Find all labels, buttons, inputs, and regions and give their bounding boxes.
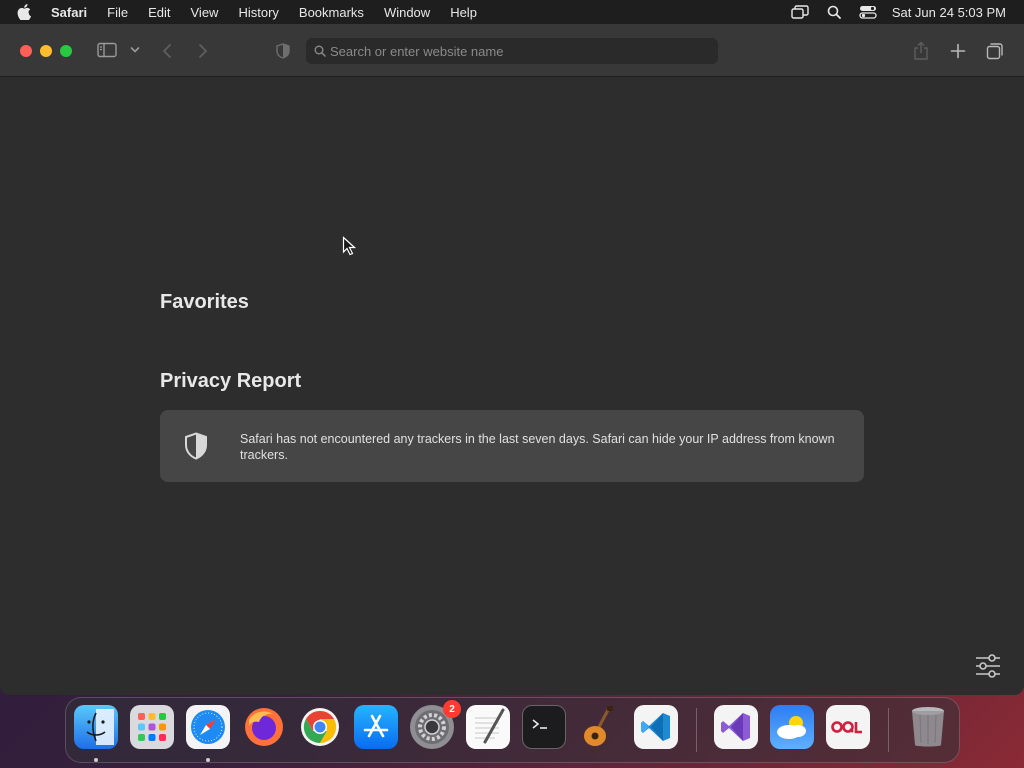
dock-garageband[interactable] <box>578 705 622 749</box>
menu-edit[interactable]: Edit <box>148 5 170 20</box>
dock-chrome[interactable] <box>298 705 342 749</box>
favorites-title: Favorites <box>160 291 249 313</box>
window-close-button[interactable] <box>20 45 32 57</box>
dock-safari[interactable] <box>186 705 230 749</box>
mouse-pointer-icon <box>342 236 357 261</box>
chrome-icon <box>301 708 339 746</box>
privacy-report-card[interactable]: Safari has not encountered any trackers … <box>160 410 864 482</box>
safari-window: Favorites Privacy Report Safari has not … <box>0 24 1024 695</box>
dock-finder[interactable] <box>74 705 118 749</box>
privacy-report-message: Safari has not encountered any trackers … <box>240 432 835 462</box>
dock-system-settings[interactable]: 2 <box>410 700 461 749</box>
chevron-left-icon <box>162 44 171 58</box>
address-bar[interactable] <box>306 38 718 64</box>
safari-running-indicator <box>206 758 210 762</box>
tab-overview-icon[interactable] <box>986 42 1004 60</box>
dock-firefox[interactable] <box>242 705 286 749</box>
firefox-icon <box>245 708 283 746</box>
vscode-icon <box>641 713 670 741</box>
menu-file[interactable]: File <box>107 5 128 20</box>
dock-terminal[interactable] <box>522 705 566 749</box>
sql-app-icon <box>831 721 862 734</box>
plus-icon <box>950 43 966 59</box>
menu-bar: Safari File Edit View History Bookmarks … <box>0 0 1024 24</box>
dock-separator <box>696 708 697 752</box>
privacy-report-title: Privacy Report <box>160 370 302 392</box>
dock-weather[interactable] <box>770 705 814 749</box>
safari-compass-icon <box>191 710 225 744</box>
privacy-shield-icon[interactable] <box>276 43 290 59</box>
menu-view[interactable]: View <box>191 5 219 20</box>
spotlight-search-icon[interactable] <box>824 4 844 20</box>
menu-window[interactable]: Window <box>384 5 430 20</box>
dock-vscode[interactable] <box>634 705 678 749</box>
dock-textedit[interactable] <box>466 705 510 749</box>
textedit-icon <box>475 708 505 744</box>
dock-trash[interactable] <box>906 705 950 749</box>
shield-icon <box>184 432 208 465</box>
menu-help[interactable]: Help <box>450 5 477 20</box>
dock-visual-studio[interactable] <box>714 705 758 749</box>
dock-app-store[interactable] <box>354 705 398 749</box>
visual-studio-icon <box>721 713 750 741</box>
search-icon <box>314 45 326 57</box>
share-icon[interactable] <box>913 41 929 61</box>
window-minimize-button[interactable] <box>40 45 52 57</box>
notification-badge: 2 <box>443 700 461 718</box>
trash-icon <box>912 707 944 747</box>
chevron-right-icon <box>199 44 208 58</box>
menu-history[interactable]: History <box>238 5 278 20</box>
menu-bookmarks[interactable]: Bookmarks <box>299 5 364 20</box>
weather-icon <box>777 716 806 739</box>
start-page: Favorites Privacy Report Safari has not … <box>0 78 1024 695</box>
dock-separator <box>888 708 889 752</box>
screen-mirroring-icon[interactable] <box>790 4 810 20</box>
menubar-clock[interactable]: Sat Jun 24 5:03 PM <box>892 5 1006 20</box>
customize-start-page-icon[interactable] <box>974 654 1002 683</box>
safari-toolbar <box>0 24 1024 77</box>
guitar-icon <box>584 706 613 746</box>
finder-icon <box>86 709 114 745</box>
dock-launchpad[interactable] <box>130 705 174 749</box>
dock: 2 <box>65 697 960 763</box>
menu-app-name[interactable]: Safari <box>51 5 87 20</box>
back-button[interactable] <box>162 43 172 59</box>
chevron-down-icon[interactable] <box>130 46 140 54</box>
app-store-icon <box>363 714 389 738</box>
forward-button[interactable] <box>198 43 208 59</box>
control-center-icon[interactable] <box>858 4 878 20</box>
finder-running-indicator <box>94 758 98 762</box>
new-tab-button[interactable] <box>950 43 966 59</box>
dock-sql-app[interactable] <box>826 705 870 749</box>
apple-menu-icon[interactable] <box>17 4 37 20</box>
address-input[interactable] <box>330 43 710 59</box>
launchpad-grid-icon <box>138 713 166 741</box>
window-zoom-button[interactable] <box>60 45 72 57</box>
sidebar-toggle-icon[interactable] <box>97 42 117 58</box>
terminal-icon <box>532 719 547 729</box>
